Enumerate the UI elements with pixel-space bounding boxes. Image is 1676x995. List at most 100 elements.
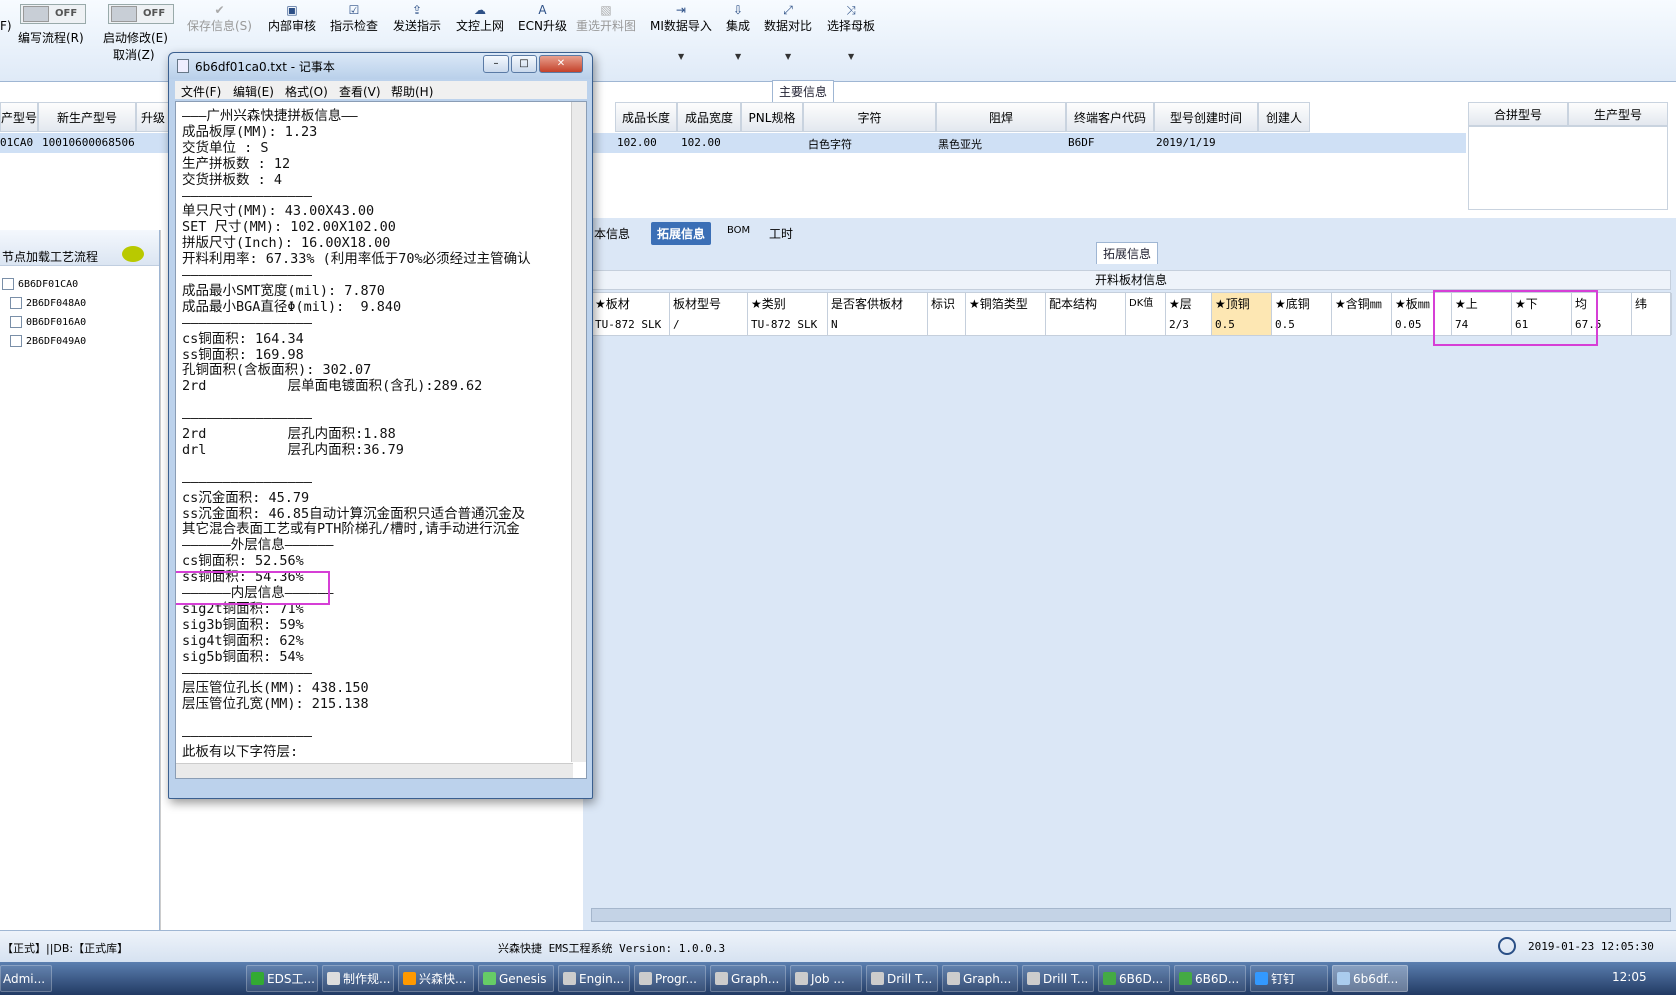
- task-item[interactable]: Drill T...: [866, 965, 938, 992]
- menu-view[interactable]: 查看(V): [339, 83, 381, 100]
- start-modify-label[interactable]: 启动修改(E): [103, 30, 168, 46]
- task-item[interactable]: 6B6D...: [1098, 965, 1170, 992]
- task-item-active[interactable]: 6b6df...: [1332, 965, 1408, 992]
- col-header[interactable]: 是否客供板材: [828, 293, 928, 315]
- save-info-button[interactable]: ✔ 保存信息(S): [187, 2, 252, 34]
- col-header[interactable]: 板材型号: [670, 293, 748, 315]
- dropdown-arrow-icon[interactable]: ▼: [678, 52, 684, 61]
- task-admin[interactable]: Admi...: [0, 965, 52, 992]
- cell[interactable]: [1332, 315, 1392, 335]
- task-item[interactable]: 钉钉: [1250, 965, 1328, 992]
- col-header[interactable]: 阻焊: [936, 102, 1066, 132]
- vertical-scrollbar[interactable]: [571, 102, 586, 762]
- col-header[interactable]: 纬: [1632, 293, 1672, 315]
- maximize-button[interactable]: □: [511, 55, 537, 73]
- col-header[interactable]: ★顶铜: [1212, 293, 1272, 315]
- cell[interactable]: [1126, 315, 1166, 335]
- comment-icon[interactable]: [122, 246, 144, 262]
- dropdown-arrow-icon[interactable]: ▼: [785, 52, 791, 61]
- task-item[interactable]: 兴森快...: [398, 965, 474, 992]
- col-header[interactable]: ★层: [1166, 293, 1212, 315]
- col-header[interactable]: 字符: [803, 102, 936, 132]
- task-item[interactable]: Genesis: [478, 965, 554, 992]
- col-header[interactable]: PNL规格: [741, 102, 803, 132]
- tree-item[interactable]: 0B6DF016A0: [10, 316, 86, 328]
- cell[interactable]: TU-872 SLK: [748, 315, 828, 335]
- instruction-check-button[interactable]: ☑ 指示检查: [330, 2, 378, 34]
- tree-item[interactable]: 6B6DF01CA0: [2, 278, 78, 290]
- task-item[interactable]: Engin...: [558, 965, 630, 992]
- toggle-switch-1[interactable]: OFF: [20, 4, 86, 24]
- col-header[interactable]: 升级: [136, 102, 170, 132]
- task-item[interactable]: Drill T...: [1022, 965, 1094, 992]
- cell[interactable]: [1632, 315, 1672, 335]
- mi-import-button[interactable]: ⇥ MI数据导入: [650, 2, 712, 34]
- tab-basic-info[interactable]: 本信息: [588, 222, 636, 245]
- col-header[interactable]: 配本结构: [1046, 293, 1126, 315]
- cell[interactable]: [966, 315, 1046, 335]
- col-header[interactable]: 合拼型号: [1468, 102, 1568, 126]
- col-header[interactable]: 创建人: [1258, 102, 1310, 132]
- cell[interactable]: 0.5: [1212, 315, 1272, 335]
- tab-extended-info[interactable]: 拓展信息: [651, 222, 712, 245]
- col-header[interactable]: ★类别: [748, 293, 828, 315]
- cell[interactable]: TU-872 SLK: [592, 315, 670, 335]
- task-item[interactable]: 制作规...: [322, 965, 394, 992]
- write-flow-label[interactable]: 编写流程(R): [18, 30, 84, 46]
- horizontal-scrollbar[interactable]: [176, 763, 573, 778]
- tab-bom[interactable]: BOM: [721, 222, 756, 239]
- extended-sub-tab[interactable]: 拓展信息: [1096, 242, 1159, 264]
- text-area[interactable]: ———广州兴森快捷拼板信息—— 成品板厚(MM): 1.23 交货单位 : S 生产拼…: [175, 101, 587, 779]
- menu-edit[interactable]: 编辑(E): [233, 83, 274, 100]
- cell[interactable]: 0.5: [1272, 315, 1332, 335]
- send-instruction-button[interactable]: ⇪ 发送指示: [393, 2, 441, 34]
- dropdown-arrow-icon[interactable]: ▼: [848, 52, 854, 61]
- task-item[interactable]: EDS工...: [246, 965, 318, 992]
- tab-hours[interactable]: 工时: [763, 222, 799, 245]
- ecn-upgrade-button[interactable]: A ECN升级: [518, 2, 567, 34]
- col-header[interactable]: ★底铜: [1272, 293, 1332, 315]
- data-compare-button[interactable]: ⤢ 数据对比: [764, 2, 812, 34]
- task-item[interactable]: Graph...: [942, 965, 1018, 992]
- cell[interactable]: [928, 315, 966, 335]
- col-header[interactable]: 型号创建时间: [1154, 102, 1258, 132]
- col-header[interactable]: DK值: [1126, 293, 1166, 315]
- cell[interactable]: /: [670, 315, 748, 335]
- cell[interactable]: 2/3: [1166, 315, 1212, 335]
- cancel-label[interactable]: 取消(Z): [113, 47, 155, 63]
- reselect-cutting-button[interactable]: ▧ 重选开料图: [576, 2, 636, 34]
- tray-clock[interactable]: 12:05: [1612, 970, 1647, 984]
- main-info-tab[interactable]: 主要信息: [772, 80, 835, 102]
- col-header[interactable]: ★铜箔类型: [966, 293, 1046, 315]
- close-button[interactable]: ✕: [539, 55, 583, 73]
- menu-format[interactable]: 格式(O): [285, 83, 328, 100]
- col-header[interactable]: 成品宽度: [677, 102, 741, 132]
- col-header[interactable]: ★板材: [592, 293, 670, 315]
- dropdown-arrow-icon[interactable]: ▼: [735, 52, 741, 61]
- toggle-switch-2[interactable]: OFF: [108, 4, 174, 24]
- task-item[interactable]: Job ...: [790, 965, 862, 992]
- col-header[interactable]: 产型号: [0, 102, 38, 132]
- horizontal-scrollbar[interactable]: [591, 908, 1671, 922]
- select-mother-board-button[interactable]: ⤨ 选择母板: [827, 2, 875, 34]
- col-header[interactable]: 终端客户代码: [1066, 102, 1154, 132]
- cell[interactable]: [1046, 315, 1126, 335]
- tree-item[interactable]: 2B6DF049A0: [10, 335, 86, 347]
- col-header[interactable]: 生产型号: [1568, 102, 1668, 126]
- cell[interactable]: N: [828, 315, 928, 335]
- title-bar[interactable]: 6b6df01ca0.txt - 记事本 – □ ✕: [169, 53, 592, 79]
- minimize-button[interactable]: –: [483, 55, 509, 73]
- task-item[interactable]: Progr...: [634, 965, 706, 992]
- doc-upload-button[interactable]: ☁ 文控上网: [456, 2, 504, 34]
- task-item[interactable]: Graph...: [710, 965, 786, 992]
- tree-item[interactable]: 2B6DF048A0: [10, 297, 86, 309]
- col-header[interactable]: 标识: [928, 293, 966, 315]
- menu-file[interactable]: 文件(F): [181, 83, 221, 100]
- task-item[interactable]: 6B6D...: [1174, 965, 1246, 992]
- integrate-button[interactable]: ⇩ 集成: [726, 2, 750, 34]
- col-header[interactable]: ★含铜㎜: [1332, 293, 1392, 315]
- col-header[interactable]: 成品长度: [615, 102, 677, 132]
- menu-help[interactable]: 帮助(H): [391, 83, 433, 100]
- internal-review-button[interactable]: ▣ 内部审核: [268, 2, 316, 34]
- col-header[interactable]: 新生产型号: [38, 102, 136, 132]
